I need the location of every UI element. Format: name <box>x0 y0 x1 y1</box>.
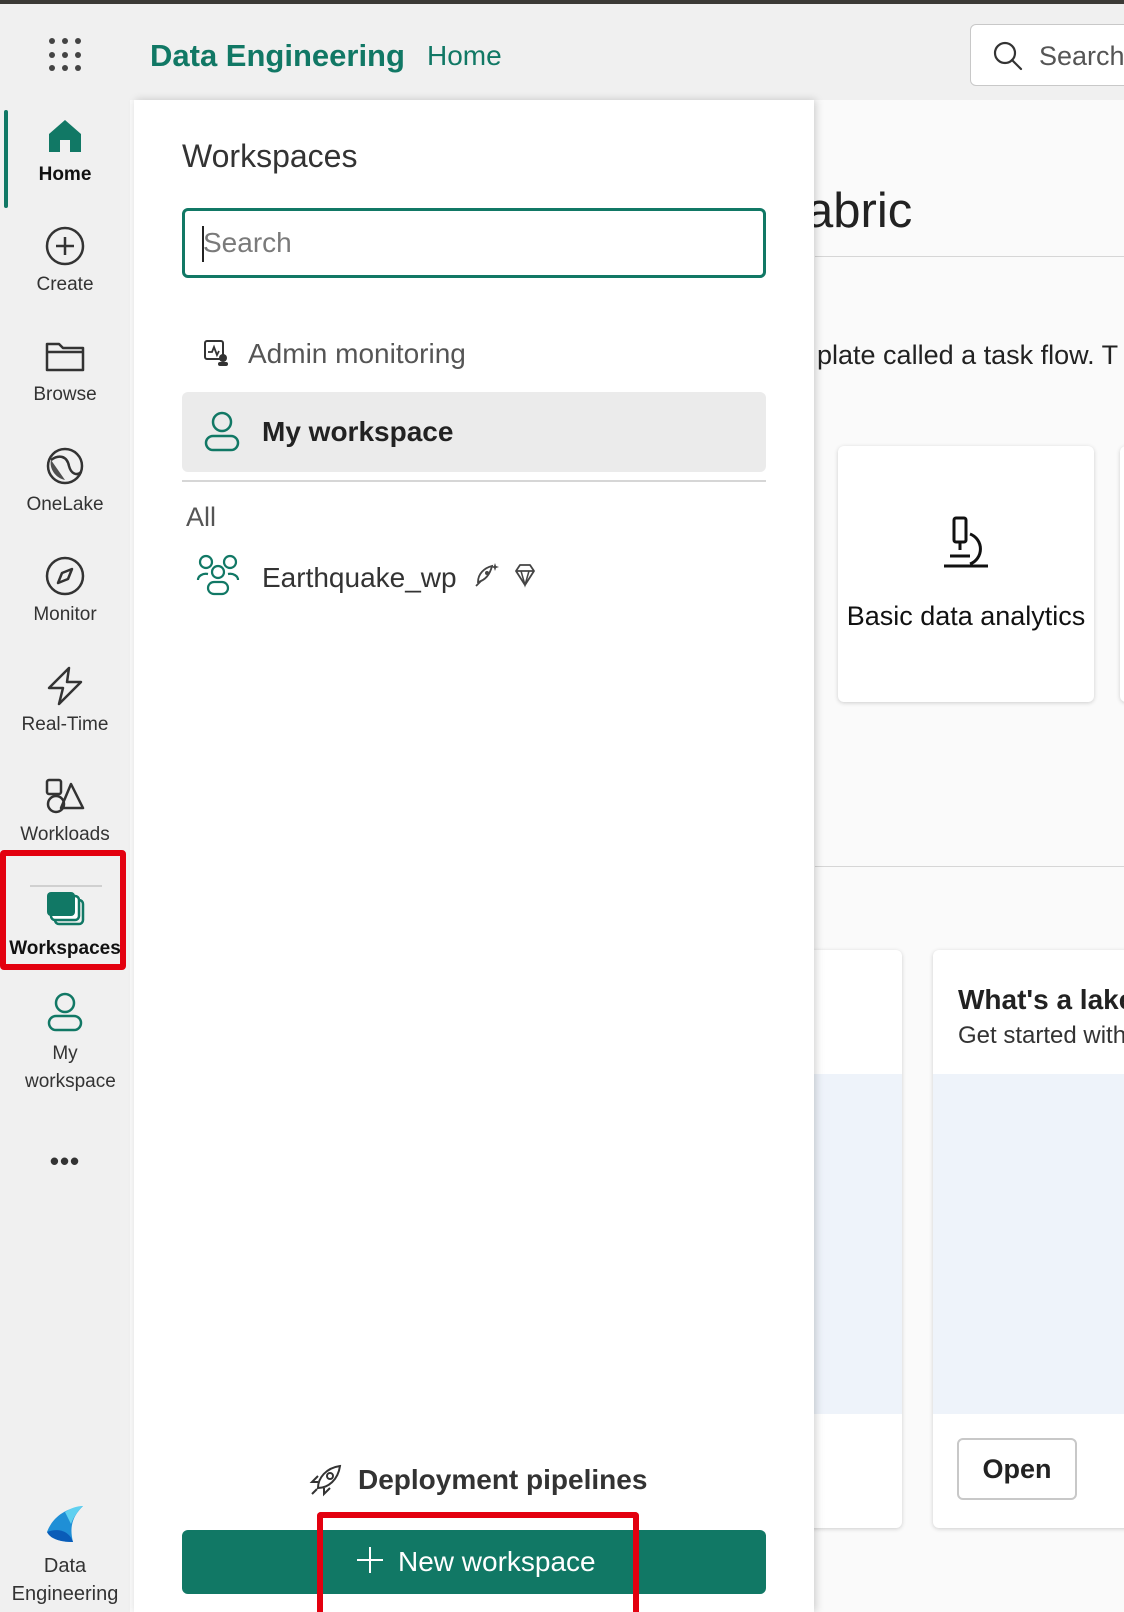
text-caret <box>202 226 204 262</box>
divider <box>30 885 102 887</box>
nav-label: Workspaces <box>9 938 121 959</box>
nav-label: Real-Time <box>21 714 109 735</box>
person-icon <box>204 411 240 452</box>
nav-label: My workspace <box>25 1043 116 1092</box>
experience-switcher[interactable]: Data Engineering <box>0 1502 130 1608</box>
task-flow-description: plate called a task flow. T <box>817 340 1119 370</box>
nav-onelake[interactable]: OneLake <box>0 444 130 516</box>
onelake-icon <box>46 447 84 485</box>
next-card-edge[interactable] <box>1120 446 1124 702</box>
basic-data-analytics-card[interactable]: Basic data analytics <box>838 446 1094 702</box>
people-group-icon <box>196 554 240 596</box>
my-workspace-label: My workspace <box>262 416 454 447</box>
nav-label: Browse <box>33 384 97 405</box>
divider <box>182 480 766 482</box>
global-search-box[interactable]: Search <box>970 24 1124 86</box>
new-workspace-label: New workspace <box>398 1546 596 1577</box>
add-circle-icon <box>45 226 85 266</box>
basic-data-analytics-label: Basic data analytics <box>846 601 1086 631</box>
lakehouse-card[interactable]: What's a lake Get started with Open <box>933 950 1124 1528</box>
page-heading-fragment: abric <box>806 184 913 238</box>
microscope-icon <box>944 516 988 568</box>
nav-browse[interactable]: Browse <box>0 334 130 406</box>
my-workspace-item[interactable]: My workspace <box>182 392 766 472</box>
person-icon <box>47 992 83 1032</box>
folder-icon <box>45 342 85 372</box>
breadcrumb-home[interactable]: Home <box>427 40 502 72</box>
compass-icon <box>45 556 85 596</box>
divider <box>815 866 1124 867</box>
nav-label: OneLake <box>26 494 104 515</box>
nav-label: Monitor <box>33 604 97 625</box>
nav-my-workspace[interactable]: My workspace <box>0 990 130 1096</box>
card-image-area <box>933 1074 1124 1414</box>
plus-icon <box>357 1547 383 1573</box>
nav-home[interactable]: Home <box>0 114 130 186</box>
nav-workspaces[interactable]: Workspaces <box>0 888 130 960</box>
nav-label: Home <box>38 164 92 185</box>
global-search-label: Search <box>1039 41 1124 71</box>
new-workspace-button[interactable]: New workspace <box>182 1530 766 1594</box>
lakehouse-card-title: What's a lake <box>958 984 1124 1015</box>
divider <box>815 256 1124 257</box>
panel-title: Workspaces <box>182 138 358 174</box>
all-section-label: All <box>186 502 217 532</box>
open-button[interactable]: Open <box>957 1438 1077 1500</box>
left-nav-rail: Home Create Browse OneLake Monitor Real-… <box>0 100 130 1612</box>
top-header: Data Engineering Home Search <box>0 4 1124 100</box>
rocket-icon <box>309 1464 342 1497</box>
shapes-icon <box>45 778 85 814</box>
workspaces-icon <box>47 892 85 926</box>
workspace-name: Earthquake_wp <box>262 562 457 593</box>
nav-real-time[interactable]: Real-Time <box>0 664 130 736</box>
admin-monitoring-label: Admin monitoring <box>248 338 466 369</box>
home-icon <box>49 120 81 152</box>
more-options-icon[interactable]: ••• <box>0 1146 130 1177</box>
deployment-pipelines-label: Deployment pipelines <box>358 1464 648 1495</box>
workspace-search-input[interactable] <box>182 208 766 278</box>
admin-monitoring-item[interactable]: Admin monitoring <box>182 322 766 388</box>
app-launcher-icon[interactable] <box>49 38 83 72</box>
deployment-pipelines-link[interactable]: Deployment pipelines <box>304 1454 674 1510</box>
workspaces-flyout: Workspaces Admin monitoring My workspace… <box>134 100 814 1612</box>
brand-label: Data Engineering <box>11 1555 119 1605</box>
rocket-badge-icon <box>475 563 499 587</box>
app-name[interactable]: Data Engineering <box>150 38 405 74</box>
monitoring-report-icon <box>204 340 228 366</box>
lightning-icon <box>47 666 83 706</box>
nav-label: Workloads <box>20 824 110 845</box>
search-icon <box>993 41 1023 71</box>
nav-create[interactable]: Create <box>0 224 130 296</box>
data-engineering-logo-icon <box>47 1506 83 1542</box>
lakehouse-card-subtitle: Get started with <box>958 1022 1124 1049</box>
workspace-item-earthquake[interactable]: Earthquake_wp <box>182 542 766 606</box>
nav-workloads[interactable]: Workloads <box>0 774 130 846</box>
nav-label: Create <box>36 274 94 295</box>
nav-monitor[interactable]: Monitor <box>0 554 130 626</box>
premium-diamond-icon <box>515 564 535 588</box>
